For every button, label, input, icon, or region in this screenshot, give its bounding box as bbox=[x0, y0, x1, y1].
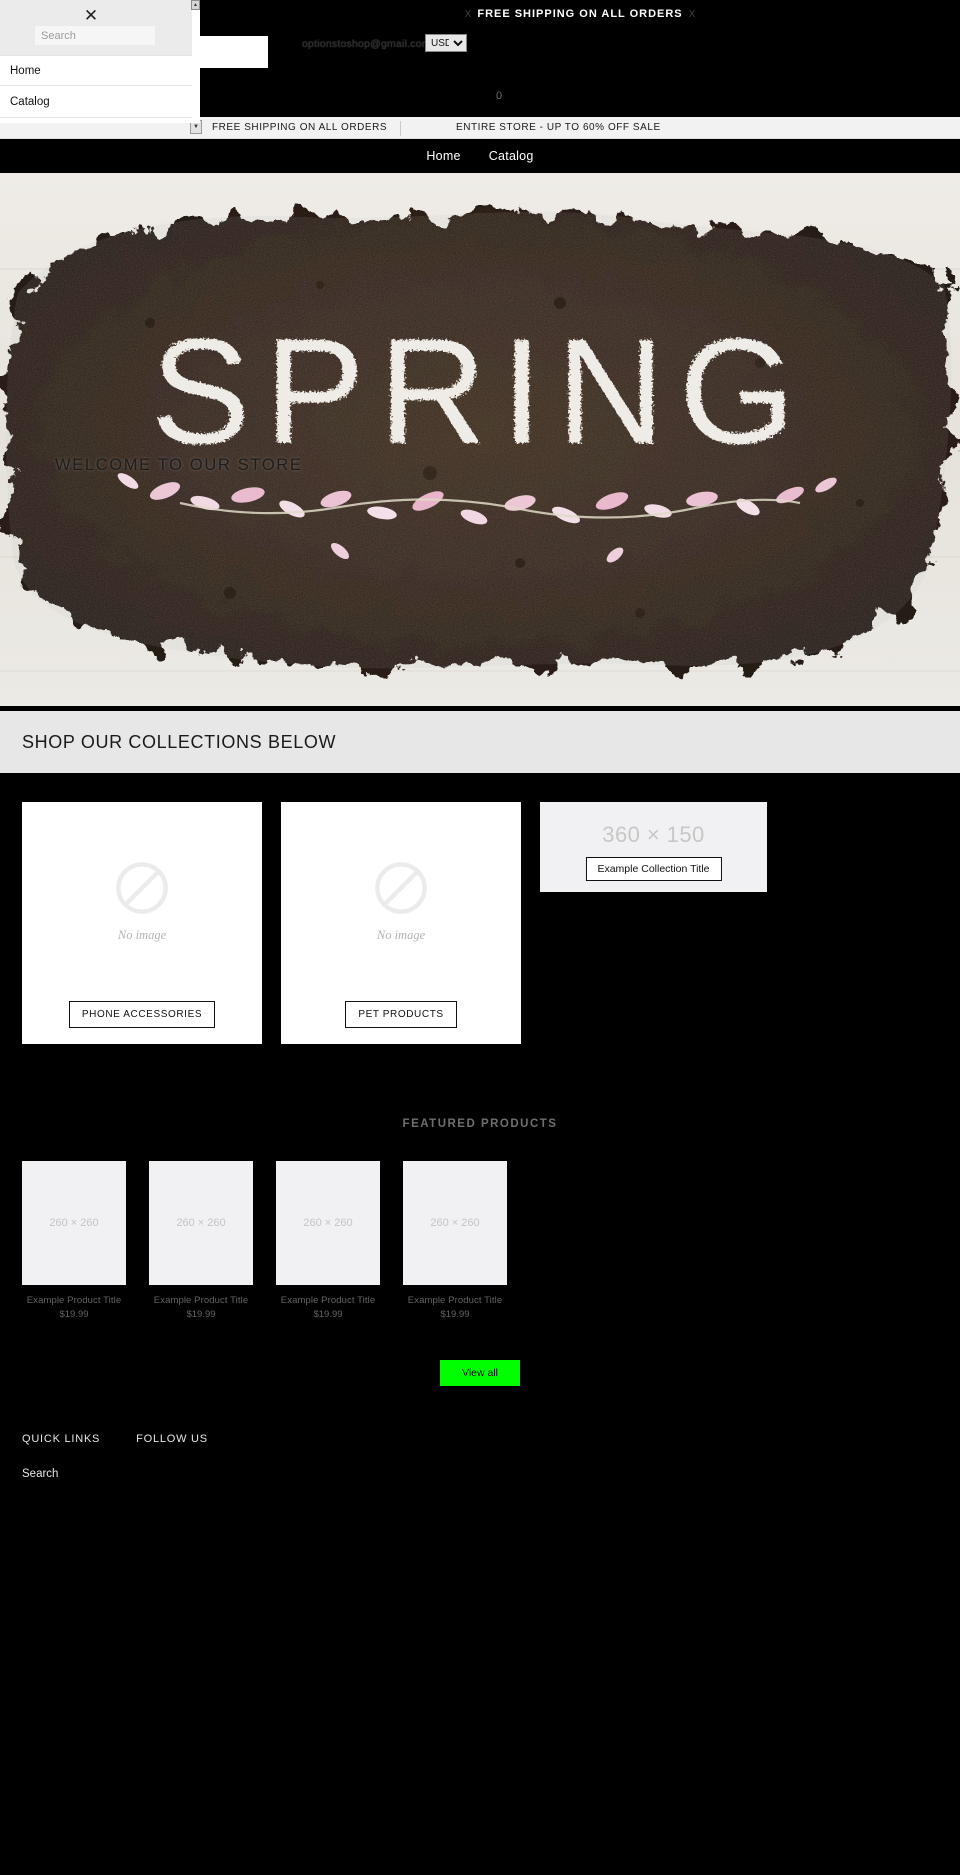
site-header: X FREE SHIPPING ON ALL ORDERS X optionst… bbox=[200, 0, 960, 117]
product-thumbnail: 260 × 260 bbox=[149, 1161, 253, 1285]
product-thumbnail: 260 × 260 bbox=[276, 1161, 380, 1285]
product-title: Example Product Title bbox=[280, 1295, 376, 1306]
product-price: $19.99 bbox=[313, 1309, 343, 1320]
product-card[interactable]: 260 × 260 Example Product Title $19.99 bbox=[22, 1161, 126, 1320]
contact-email: optionstoshop@gmail.com bbox=[302, 38, 431, 50]
product-price: $19.99 bbox=[186, 1309, 216, 1320]
currency-selector[interactable]: USD bbox=[425, 34, 467, 52]
collection-card[interactable]: 360 × 150 Example Collection Title bbox=[540, 802, 767, 892]
svg-text:SPRING: SPRING bbox=[150, 307, 809, 475]
product-price: $19.99 bbox=[440, 1309, 470, 1320]
no-image-label: No image bbox=[117, 927, 167, 942]
footer-heading-follow-us: FOLLOW US bbox=[136, 1433, 208, 1445]
no-image-icon bbox=[116, 861, 168, 914]
product-title: Example Product Title bbox=[153, 1295, 249, 1306]
cart-icon[interactable]: 0 bbox=[496, 90, 502, 102]
product-card[interactable]: 260 × 260 Example Product Title $19.99 bbox=[276, 1161, 380, 1320]
nav-link-home[interactable]: Home bbox=[426, 149, 460, 163]
featured-products-title: FEATURED PRODUCTS bbox=[402, 1118, 558, 1130]
collection-button-pet-products[interactable]: PET PRODUCTS bbox=[345, 1001, 457, 1028]
announcement-item: FREE SHIPPING ON ALL ORDERS bbox=[212, 122, 388, 133]
collection-card[interactable]: No image PET PRODUCTS bbox=[281, 802, 521, 1044]
store-logo[interactable] bbox=[200, 36, 268, 68]
footer-heading-row: QUICK LINKS FOLLOW US bbox=[22, 1433, 208, 1445]
site-footer: QUICK LINKS FOLLOW US Search bbox=[0, 1393, 960, 1875]
nav-link-catalog[interactable]: Catalog bbox=[489, 149, 534, 163]
footer-link-search[interactable]: Search bbox=[22, 1468, 58, 1480]
collections-section: No image PHONE ACCESSORIES No image PET … bbox=[0, 773, 960, 1103]
promo-strip: X FREE SHIPPING ON ALL ORDERS X bbox=[200, 0, 960, 28]
collections-heading-band: SHOP OUR COLLECTIONS BELOW bbox=[0, 711, 960, 773]
announcement-item: ENTIRE STORE - UP TO 60% OFF SALE bbox=[456, 122, 661, 133]
no-image-label: No image bbox=[376, 927, 426, 942]
product-grid: 260 × 260 Example Product Title $19.99 2… bbox=[22, 1161, 507, 1320]
hero-image: SPRING bbox=[0, 173, 960, 706]
hero-banner: SPRING WELCOME TO OUR STORE bbox=[0, 173, 960, 706]
scrollbar-thumb[interactable]: ▲ bbox=[191, 0, 200, 10]
product-title: Example Product Title bbox=[407, 1295, 503, 1306]
collection-button-phone-accessories[interactable]: PHONE ACCESSORIES bbox=[68, 1001, 216, 1028]
product-thumbnail: 260 × 260 bbox=[403, 1161, 507, 1285]
product-thumbnail: 260 × 260 bbox=[22, 1161, 126, 1285]
header-middle-row: optionstoshop@gmail.com USD bbox=[200, 28, 960, 74]
promo-text: FREE SHIPPING ON ALL ORDERS bbox=[477, 8, 683, 20]
drawer-item-home[interactable]: Home bbox=[0, 55, 192, 86]
product-price: $19.99 bbox=[59, 1309, 89, 1320]
drawer-item-catalog[interactable]: Catalog bbox=[0, 87, 192, 118]
close-icon[interactable]: ✕ bbox=[82, 6, 100, 24]
product-card[interactable]: 260 × 260 Example Product Title $19.99 bbox=[149, 1161, 253, 1320]
featured-products-section: FEATURED PRODUCTS 260 × 260 Example Prod… bbox=[0, 1103, 960, 1393]
collection-button-example[interactable]: Example Collection Title bbox=[585, 857, 722, 881]
search-input[interactable] bbox=[35, 26, 155, 45]
collection-card[interactable]: No image PHONE ACCESSORIES bbox=[22, 802, 262, 1044]
product-title: Example Product Title bbox=[26, 1295, 122, 1306]
view-all-button[interactable]: View all bbox=[440, 1360, 520, 1386]
collections-heading: SHOP OUR COLLECTIONS BELOW bbox=[22, 731, 337, 752]
announcement-divider bbox=[400, 121, 401, 136]
promo-decor-left-icon: X bbox=[464, 8, 472, 20]
search-menu-drawer: ✕ Home Catalog bbox=[0, 0, 200, 123]
collection-placeholder-dimensions: 360 × 150 bbox=[602, 822, 705, 847]
promo-decor-right-icon: X bbox=[688, 8, 696, 20]
footer-heading-quick-links: QUICK LINKS bbox=[22, 1433, 101, 1445]
drawer-search-area: ✕ bbox=[0, 0, 192, 55]
main-navigation: Home Catalog bbox=[0, 139, 960, 173]
product-card[interactable]: 260 × 260 Example Product Title $19.99 bbox=[403, 1161, 507, 1320]
no-image-icon bbox=[375, 861, 427, 914]
